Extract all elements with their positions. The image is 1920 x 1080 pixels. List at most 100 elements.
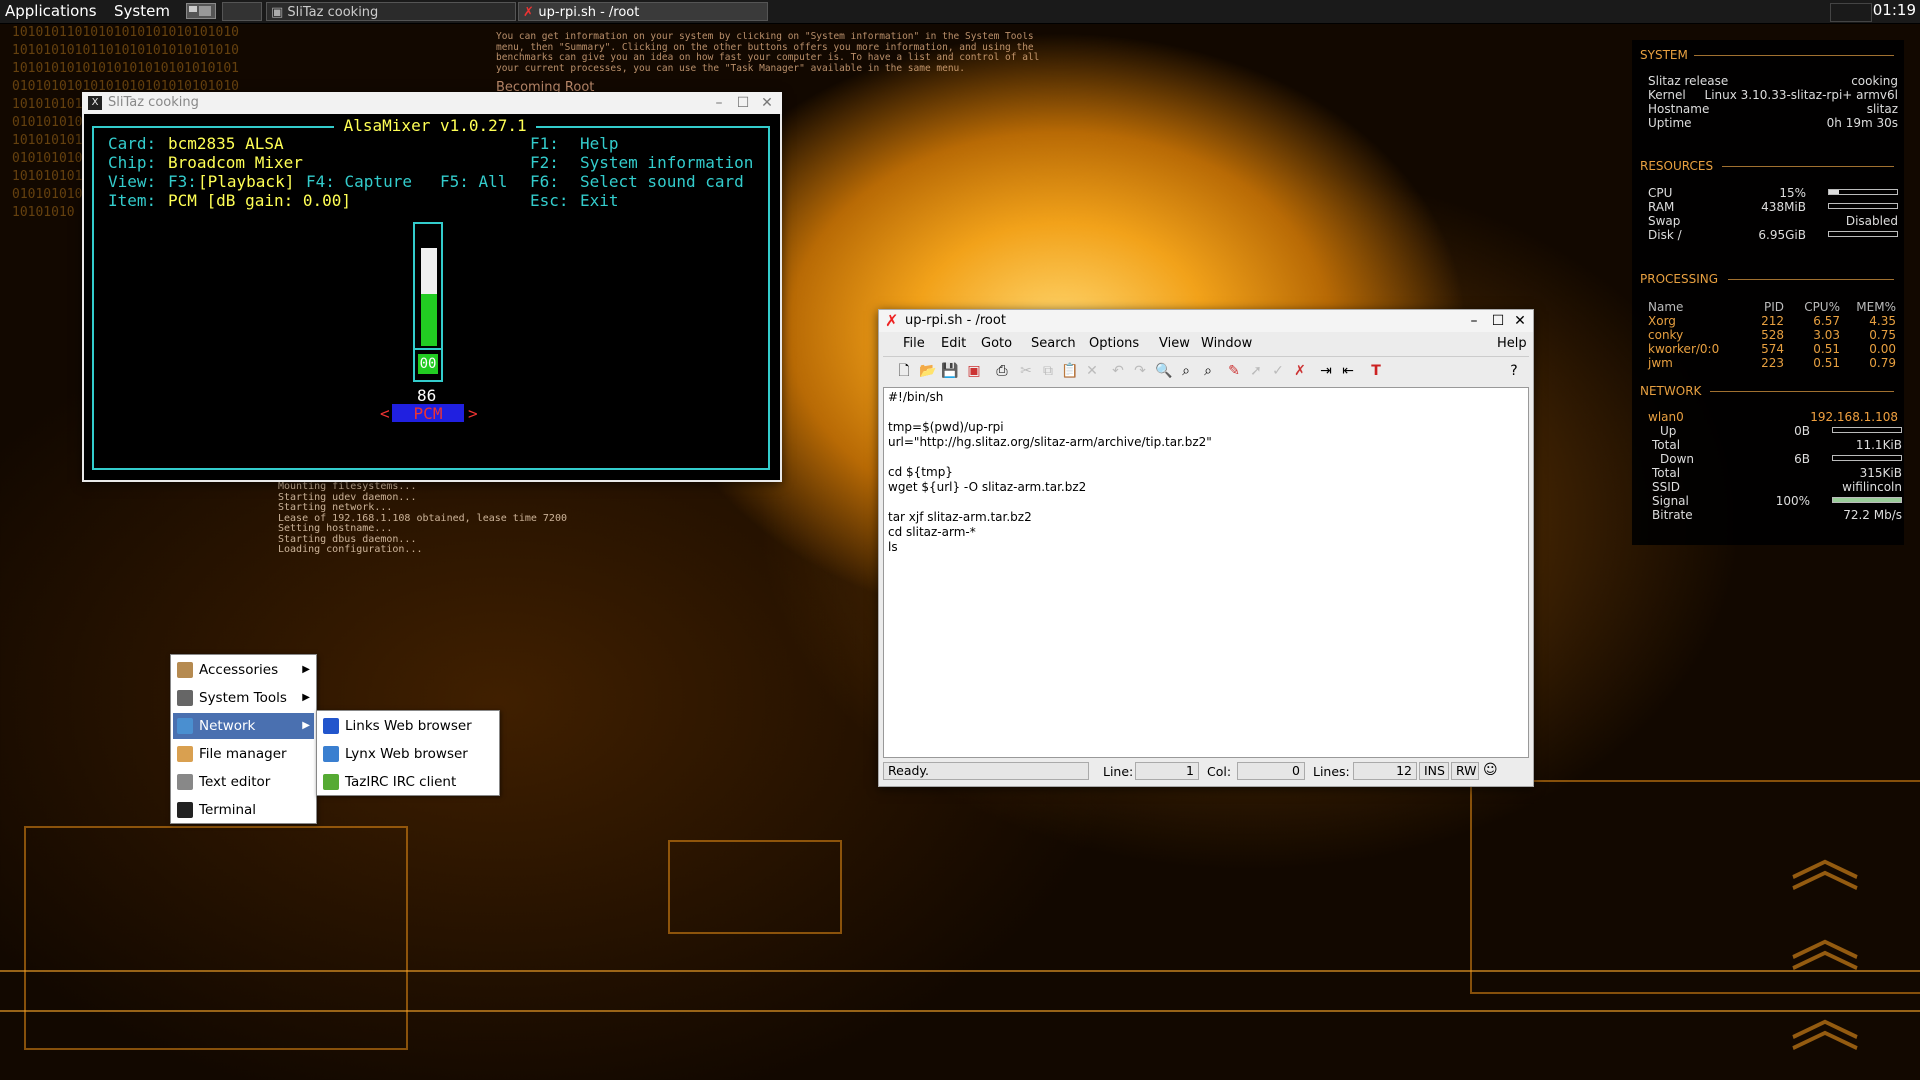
help-key: Esc: xyxy=(530,191,569,210)
mute-indicator[interactable]: 00 xyxy=(418,354,438,374)
cut-icon[interactable]: ✂ xyxy=(1017,362,1035,380)
clock[interactable]: 01:19 xyxy=(1873,1,1916,19)
network-row: Signal 100% xyxy=(1652,494,1902,508)
menu-item-accessories[interactable]: Accessories ▶ xyxy=(173,657,314,683)
network-section-title: NETWORK xyxy=(1640,384,1702,398)
pager-workspace-2[interactable] xyxy=(222,2,262,21)
col-label: Col: xyxy=(1207,764,1232,779)
network-submenu: Links Web browser Lynx Web browser TazIRC … xyxy=(316,710,500,796)
submenu-arrow-icon: ▶ xyxy=(302,692,310,703)
help-key: F6: xyxy=(530,172,559,191)
code-line: url="http://hg.slitaz.org/slitaz-arm/arc… xyxy=(888,435,1212,449)
ip-address: 192.168.1.108 xyxy=(1810,410,1898,424)
menu-goto[interactable]: Goto xyxy=(981,336,1012,351)
system-menu[interactable]: System xyxy=(114,2,170,20)
minimize-icon[interactable]: – xyxy=(710,92,728,114)
unindent-icon[interactable]: ⇤ xyxy=(1339,362,1357,380)
lynx-icon xyxy=(323,746,339,762)
process-cell: 528 xyxy=(1761,328,1784,342)
maximize-icon[interactable]: ☐ xyxy=(1489,310,1507,332)
network-label: Signal xyxy=(1652,494,1689,508)
alsamixer-titlebar[interactable]: X SliTaz cooking – ☐ ✕ xyxy=(82,92,782,114)
find-next-icon[interactable]: ⌕ xyxy=(1177,362,1195,380)
cpu-row: CPU 15% xyxy=(1648,186,1898,200)
delete-icon[interactable]: ✕ xyxy=(1083,362,1101,380)
replace-icon[interactable]: ✎ xyxy=(1225,362,1243,380)
text-editor-area[interactable]: #!/bin/sh tmp=$(pwd)/up-rpi url="http://… xyxy=(883,387,1529,758)
indent-icon[interactable]: ⇥ xyxy=(1317,362,1335,380)
close-icon[interactable]: ✕ xyxy=(1511,310,1529,332)
menu-item-text-editor[interactable]: Text editor xyxy=(173,769,314,795)
system-row: Slitaz release cooking xyxy=(1648,74,1898,88)
line-label: Line: xyxy=(1103,764,1134,779)
redo-icon[interactable]: ↷ xyxy=(1131,362,1149,380)
task-sliTaz-cooking[interactable]: ▣ SliTaz cooking xyxy=(266,2,516,21)
find-icon[interactable]: 🔍 xyxy=(1155,362,1173,380)
status-message: Ready. xyxy=(883,762,1089,780)
wallpaper-boot-log: Mounting filesystems... Starting udev da… xyxy=(278,482,567,555)
menubar: File Edit Goto Search Options View Windo… xyxy=(883,333,1529,355)
close-icon[interactable]: ✕ xyxy=(758,92,776,114)
submenu-item-links-web-browser[interactable]: Links Web browser xyxy=(319,713,497,739)
menu-item-network[interactable]: Network ▶ xyxy=(173,713,314,739)
font-icon[interactable]: T xyxy=(1367,362,1385,380)
print-icon[interactable]: ⎙ xyxy=(993,362,1011,380)
undo-icon[interactable]: ↶ xyxy=(1109,362,1127,380)
spell-icon[interactable]: ✓ xyxy=(1269,362,1287,380)
maximize-icon[interactable]: ☐ xyxy=(734,92,752,114)
menu-window[interactable]: Window xyxy=(1201,336,1252,351)
alsamixer-window: X SliTaz cooking – ☐ ✕ AlsaMixer v1.0.27… xyxy=(82,92,782,482)
channel-right-marker: > xyxy=(468,404,478,423)
minimize-icon[interactable]: – xyxy=(1465,310,1483,332)
network-label: Total xyxy=(1652,466,1681,480)
network-value: 100% xyxy=(1775,494,1810,508)
wallpaper-stripe xyxy=(0,1010,1920,1012)
network-row: Down 6B xyxy=(1652,452,1902,466)
help-text: Exit xyxy=(580,191,619,210)
menu-file[interactable]: File xyxy=(903,336,925,351)
system-row: Kernel Linux 3.10.33-slitaz-rpi+ armv6l xyxy=(1648,88,1898,102)
desktop-pager[interactable] xyxy=(186,3,216,19)
help-key: F1: xyxy=(530,134,559,153)
save-as-icon[interactable]: ▣ xyxy=(965,362,983,380)
alsamixer-terminal[interactable]: AlsaMixer v1.0.27.1 Card: bcm2835 ALSA C… xyxy=(84,114,780,480)
copy-icon[interactable]: ⧉ xyxy=(1039,362,1057,380)
open-icon[interactable]: 📂 xyxy=(919,362,937,380)
menu-search[interactable]: Search xyxy=(1031,336,1076,351)
submenu-item-tazirc-irc-client[interactable]: TazIRC IRC client xyxy=(319,769,497,795)
leafpad-titlebar[interactable]: ✗ up-rpi.sh - /root – ☐ ✕ xyxy=(879,310,1533,332)
view-capture[interactable]: F4: Capture xyxy=(306,172,412,191)
channel-name[interactable]: PCM xyxy=(392,404,464,423)
help-icon[interactable]: ? xyxy=(1505,362,1523,380)
paste-icon[interactable]: 📋 xyxy=(1061,362,1079,380)
menu-help[interactable]: Help xyxy=(1497,336,1527,351)
menu-edit[interactable]: Edit xyxy=(941,336,966,351)
submenu-arrow-icon: ▶ xyxy=(302,720,310,731)
task-up-rpi[interactable]: ✗ up-rpi.sh - /root xyxy=(518,2,768,21)
applications-menu[interactable]: Applications xyxy=(5,2,97,20)
top-panel: Applications System ▣ SliTaz cooking ✗ u… xyxy=(0,0,1920,24)
clear-icon[interactable]: ✗ xyxy=(1291,362,1309,380)
menu-options[interactable]: Options xyxy=(1089,336,1139,351)
view-f3[interactable]: F3: xyxy=(168,172,197,191)
chip-value: Broadcom Mixer xyxy=(168,153,303,172)
save-icon[interactable]: 💾 xyxy=(941,362,959,380)
cpu-graph-icon xyxy=(1830,3,1872,22)
menu-item-file-manager[interactable]: File manager xyxy=(173,741,314,767)
menu-item-terminal[interactable]: Terminal xyxy=(173,797,314,823)
leafpad-icon: ✗ xyxy=(885,311,899,330)
find-previous-icon[interactable]: ⌕ xyxy=(1199,362,1217,380)
menu-item-label: TazIRC IRC client xyxy=(345,774,457,790)
new-file-icon[interactable]: 🗋 xyxy=(895,362,913,380)
pcm-volume-slider[interactable]: 00 xyxy=(413,222,443,382)
submenu-item-lynx-web-browser[interactable]: Lynx Web browser xyxy=(319,741,497,767)
menu-item-label: Network xyxy=(199,718,256,734)
process-cell: 0.51 xyxy=(1813,342,1840,356)
jump-icon[interactable]: ➚ xyxy=(1247,362,1265,380)
rw-mode: RW xyxy=(1451,762,1479,780)
menu-view[interactable]: View xyxy=(1159,336,1190,351)
view-playback[interactable]: [Playback] xyxy=(198,172,294,191)
process-cell: 0.79 xyxy=(1869,356,1896,370)
view-all[interactable]: F5: All xyxy=(440,172,507,191)
menu-item-system-tools[interactable]: System Tools ▶ xyxy=(173,685,314,711)
